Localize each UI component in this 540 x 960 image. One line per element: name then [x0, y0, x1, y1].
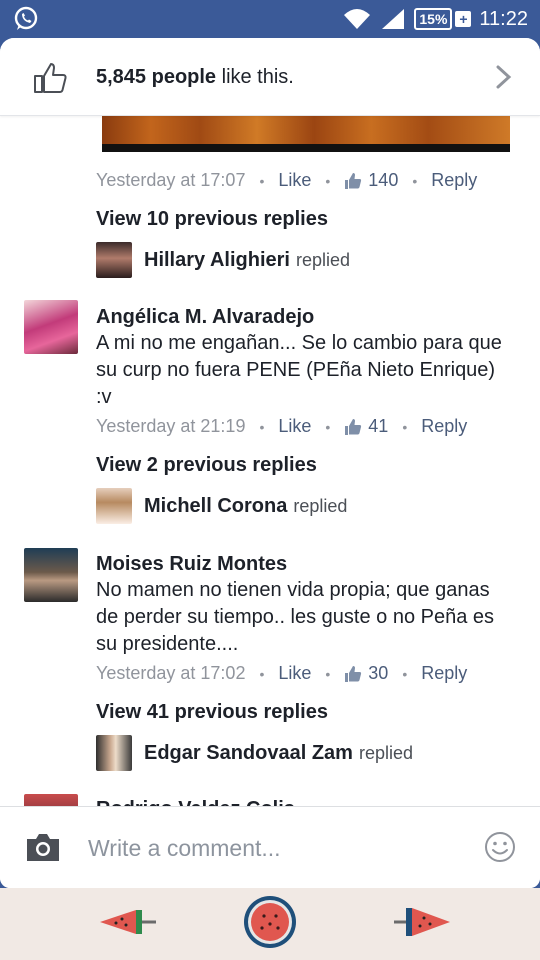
chevron-right-icon[interactable] [494, 64, 514, 90]
reply-link[interactable]: Reply [421, 663, 467, 684]
reply-link[interactable]: Reply [431, 170, 477, 191]
wifi-icon [344, 9, 371, 29]
likes-count: 5,845 people [96, 66, 217, 88]
replier-name: Edgar Sandovaal Zam [144, 741, 353, 764]
replied-label: replied [293, 495, 348, 516]
avatar [96, 735, 132, 771]
thumbs-up-icon [34, 63, 67, 93]
avatar [96, 242, 132, 278]
bottom-app-bar [0, 888, 540, 960]
view-previous-replies[interactable]: View 2 previous replies [96, 454, 317, 477]
comment-composer [0, 806, 540, 888]
likes-summary-bar[interactable]: 5,845 people like this. [0, 38, 540, 116]
view-previous-replies[interactable]: View 10 previous replies [96, 208, 328, 231]
emoji-icon[interactable] [484, 831, 516, 863]
post-image[interactable] [102, 116, 510, 152]
comment-text: No mamen no tienen vida propia; que gana… [96, 579, 495, 655]
likes-count-text: 5,845 people like this. [96, 66, 294, 89]
comments-feed[interactable]: Yesterday at 17:07 • Like • 140 • Reply … [0, 116, 540, 806]
thumbs-up-icon [345, 665, 362, 682]
reply-preview[interactable]: Edgar Sandovaal Zam replied [96, 735, 413, 771]
view-previous-replies[interactable]: View 41 previous replies [96, 701, 328, 724]
avatar[interactable] [24, 548, 78, 602]
avatar[interactable] [24, 300, 78, 354]
comment-time: Yesterday at 21:19 [96, 416, 246, 436]
thumbs-up-icon [345, 418, 362, 435]
like-link[interactable]: Like [278, 170, 311, 191]
comment-time: Yesterday at 17:02 [96, 663, 246, 683]
watermelon-icon[interactable] [242, 894, 298, 950]
reaction-count[interactable]: 140 [344, 170, 398, 191]
thumbs-up-icon [345, 172, 362, 189]
comment-meta: Yesterday at 17:07 • Like • 140 • Reply [96, 170, 478, 191]
comment-input[interactable] [88, 825, 458, 871]
replier-name: Hillary Alighieri [144, 248, 290, 271]
reply-link[interactable]: Reply [421, 416, 467, 437]
charging-icon: + [455, 11, 472, 27]
comment-meta: Yesterday at 21:19 • Like • 41 • Reply [96, 416, 468, 437]
comment-author[interactable]: Rodrigo Valdez Colis [96, 798, 295, 806]
reaction-count[interactable]: 30 [344, 663, 388, 684]
like-link[interactable]: Like [278, 663, 311, 684]
watermelon-slice-icon[interactable] [390, 904, 454, 940]
comment-author[interactable]: Moises Ruiz Montes [96, 553, 287, 576]
signal-icon [382, 9, 405, 29]
avatar [96, 488, 132, 524]
whatsapp-icon [14, 6, 38, 30]
comments-sheet: 5,845 people like this. Yesterday at 17:… [0, 38, 540, 888]
comment-meta: Yesterday at 17:02 • Like • 30 • Reply [96, 663, 468, 684]
comment-time: Yesterday at 17:07 [96, 170, 246, 190]
reply-preview[interactable]: Michell Corona replied [96, 488, 347, 524]
avatar[interactable] [24, 794, 78, 806]
clock: 11:22 [479, 7, 528, 30]
reply-preview[interactable]: Hillary Alighieri replied [96, 242, 350, 278]
comment-author[interactable]: Angélica M. Alvaradejo [96, 306, 314, 329]
like-link[interactable]: Like [278, 416, 311, 437]
battery-level: 15% [414, 8, 453, 30]
camera-icon[interactable] [24, 831, 62, 863]
replier-name: Michell Corona [144, 494, 288, 517]
status-bar: 15% + 11:22 [0, 0, 540, 38]
comment-text: A mi no me engañan... Se lo cambio para … [96, 332, 502, 408]
watermelon-popsicle-icon[interactable] [96, 904, 160, 940]
replied-label: replied [295, 249, 351, 270]
likes-suffix: like this. [216, 66, 294, 88]
replied-label: replied [358, 742, 414, 763]
reaction-count[interactable]: 41 [344, 416, 388, 437]
battery-icon: 15% + [414, 8, 472, 30]
